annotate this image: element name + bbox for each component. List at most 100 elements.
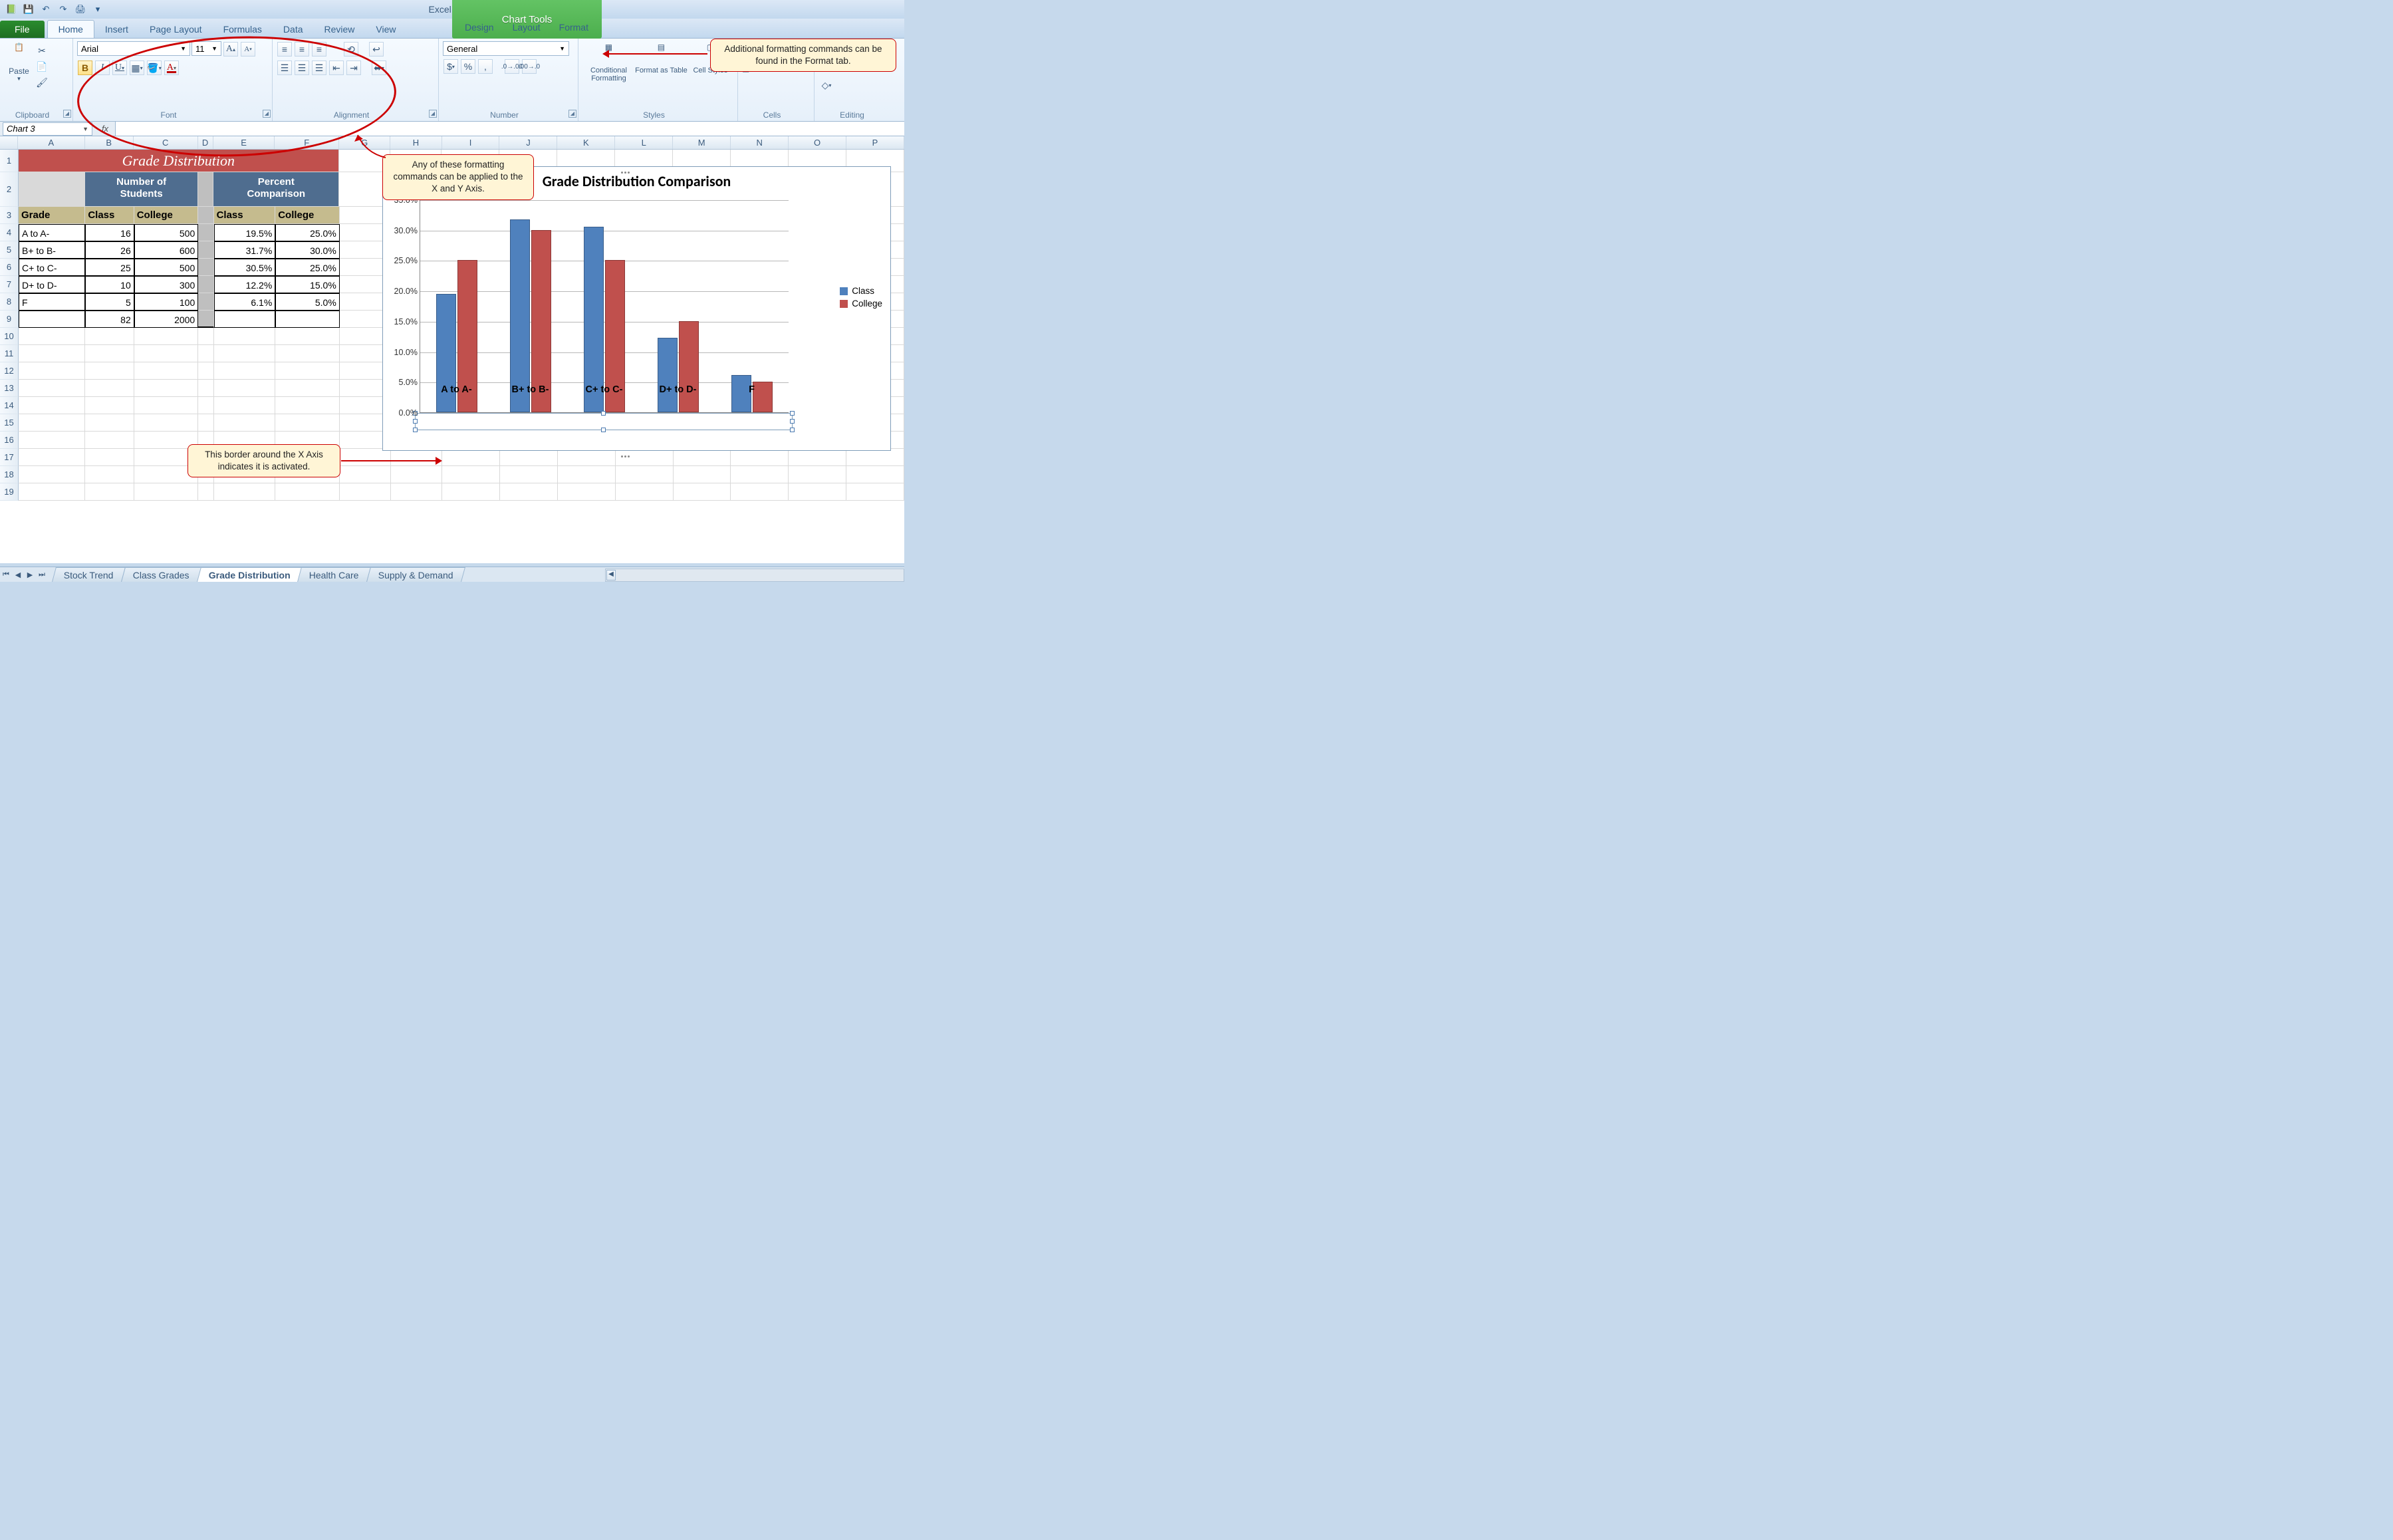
italic-button[interactable]: I (95, 61, 110, 75)
tab-view[interactable]: View (365, 21, 406, 38)
cell[interactable] (198, 483, 213, 501)
font-color-button[interactable]: A▾ (164, 61, 179, 75)
copy-icon[interactable]: 📄 (35, 59, 49, 74)
column-header[interactable]: K (557, 136, 615, 149)
cell[interactable] (558, 483, 616, 501)
row-header[interactable]: 8 (0, 293, 19, 311)
cell[interactable] (19, 380, 85, 397)
cell[interactable] (558, 466, 616, 483)
cell[interactable] (134, 345, 198, 362)
cell[interactable]: 15.0% (275, 276, 339, 293)
cell[interactable] (85, 380, 134, 397)
format-as-table-button[interactable]: ▤Format as Table (635, 41, 688, 104)
cell[interactable] (275, 328, 339, 345)
bar[interactable] (679, 321, 699, 412)
column-header[interactable]: C (134, 136, 198, 149)
row-header[interactable]: 3 (0, 207, 19, 224)
cell[interactable] (731, 449, 789, 466)
cell[interactable]: 5 (85, 293, 134, 311)
align-left-icon[interactable]: ☰ (277, 61, 292, 75)
cell[interactable] (19, 483, 85, 501)
excel-icon[interactable]: 📗 (4, 3, 19, 16)
qat-dropdown-icon[interactable]: ▾ (90, 3, 105, 16)
cell[interactable]: 6.1% (214, 293, 276, 311)
cell[interactable] (500, 449, 558, 466)
tab-layout[interactable]: Layout (503, 19, 550, 36)
row-header[interactable]: 6 (0, 259, 19, 276)
cell[interactable] (198, 224, 213, 241)
tab-insert[interactable]: Insert (94, 21, 139, 38)
selection-handle[interactable] (413, 428, 418, 432)
cell[interactable]: College (275, 207, 339, 224)
align-top-icon[interactable]: ≡ (277, 42, 292, 57)
cell[interactable] (616, 483, 674, 501)
row-header[interactable]: 5 (0, 241, 19, 259)
currency-icon[interactable]: $▾ (443, 59, 458, 74)
cell[interactable] (198, 172, 213, 207)
save-icon[interactable]: 💾 (21, 3, 36, 16)
column-header[interactable]: P (846, 136, 904, 149)
cell[interactable] (731, 483, 789, 501)
column-header[interactable]: H (390, 136, 441, 149)
cell[interactable]: Grade Distribution (19, 150, 339, 172)
cell[interactable] (198, 397, 213, 414)
column-header[interactable]: O (789, 136, 846, 149)
cell[interactable] (214, 362, 276, 380)
row-header[interactable]: 1 (0, 150, 19, 172)
decrease-decimal-icon[interactable]: .00→.0 (522, 59, 537, 74)
wrap-text-icon[interactable]: ↩ (369, 42, 384, 57)
bar[interactable] (510, 219, 530, 412)
chart-object[interactable]: Grade Distribution Comparison ClassColle… (382, 166, 891, 451)
borders-button[interactable]: ▦▾ (130, 61, 144, 75)
cell[interactable] (198, 380, 213, 397)
cell[interactable] (198, 311, 213, 328)
cell[interactable]: 16 (85, 224, 134, 241)
tab-page-layout[interactable]: Page Layout (139, 21, 213, 38)
decrease-font-icon[interactable]: A▾ (241, 42, 255, 57)
cell[interactable]: College (134, 207, 198, 224)
align-bottom-icon[interactable]: ≡ (312, 42, 326, 57)
name-box[interactable]: Chart 3▼ (3, 122, 92, 136)
cell[interactable] (275, 362, 339, 380)
sheet-tab[interactable]: Grade Distribution (197, 567, 303, 582)
sheet-nav-prev[interactable]: ◀ (12, 569, 24, 580)
cell[interactable] (789, 483, 846, 501)
column-header[interactable]: N (731, 136, 789, 149)
chart-legend[interactable]: ClassCollege (840, 283, 882, 311)
cell[interactable] (214, 397, 276, 414)
cell[interactable] (85, 345, 134, 362)
cell[interactable]: 25.0% (275, 224, 339, 241)
cell[interactable] (85, 466, 134, 483)
chart-resize-bottom[interactable] (620, 449, 654, 452)
cell[interactable] (731, 466, 789, 483)
cell[interactable]: 31.7% (214, 241, 276, 259)
cell[interactable] (558, 449, 616, 466)
cell[interactable] (214, 483, 276, 501)
cell[interactable] (442, 449, 500, 466)
cell[interactable] (19, 466, 85, 483)
cell[interactable]: B+ to B- (19, 241, 85, 259)
cell[interactable] (85, 328, 134, 345)
cell[interactable] (134, 397, 198, 414)
cell[interactable]: 25 (85, 259, 134, 276)
row-header[interactable]: 13 (0, 380, 19, 397)
cell[interactable]: Class (85, 207, 134, 224)
cell[interactable] (85, 432, 134, 449)
cell[interactable] (85, 362, 134, 380)
cell[interactable]: 82 (85, 311, 134, 328)
cell[interactable] (85, 397, 134, 414)
file-tab[interactable]: File (0, 21, 45, 38)
cell[interactable] (85, 414, 134, 432)
cell[interactable] (391, 483, 442, 501)
orientation-icon[interactable]: ⟲ (344, 42, 358, 57)
cell[interactable] (275, 414, 339, 432)
cell[interactable]: Class (214, 207, 276, 224)
selection-handle[interactable] (413, 419, 418, 424)
column-header[interactable]: B (85, 136, 134, 149)
cell[interactable]: 2000 (134, 311, 198, 328)
selection-handle[interactable] (601, 428, 606, 432)
row-header[interactable]: 15 (0, 414, 19, 432)
cell[interactable] (214, 380, 276, 397)
sheet-tab[interactable]: Stock Trend (52, 567, 126, 582)
cell[interactable] (85, 449, 134, 466)
